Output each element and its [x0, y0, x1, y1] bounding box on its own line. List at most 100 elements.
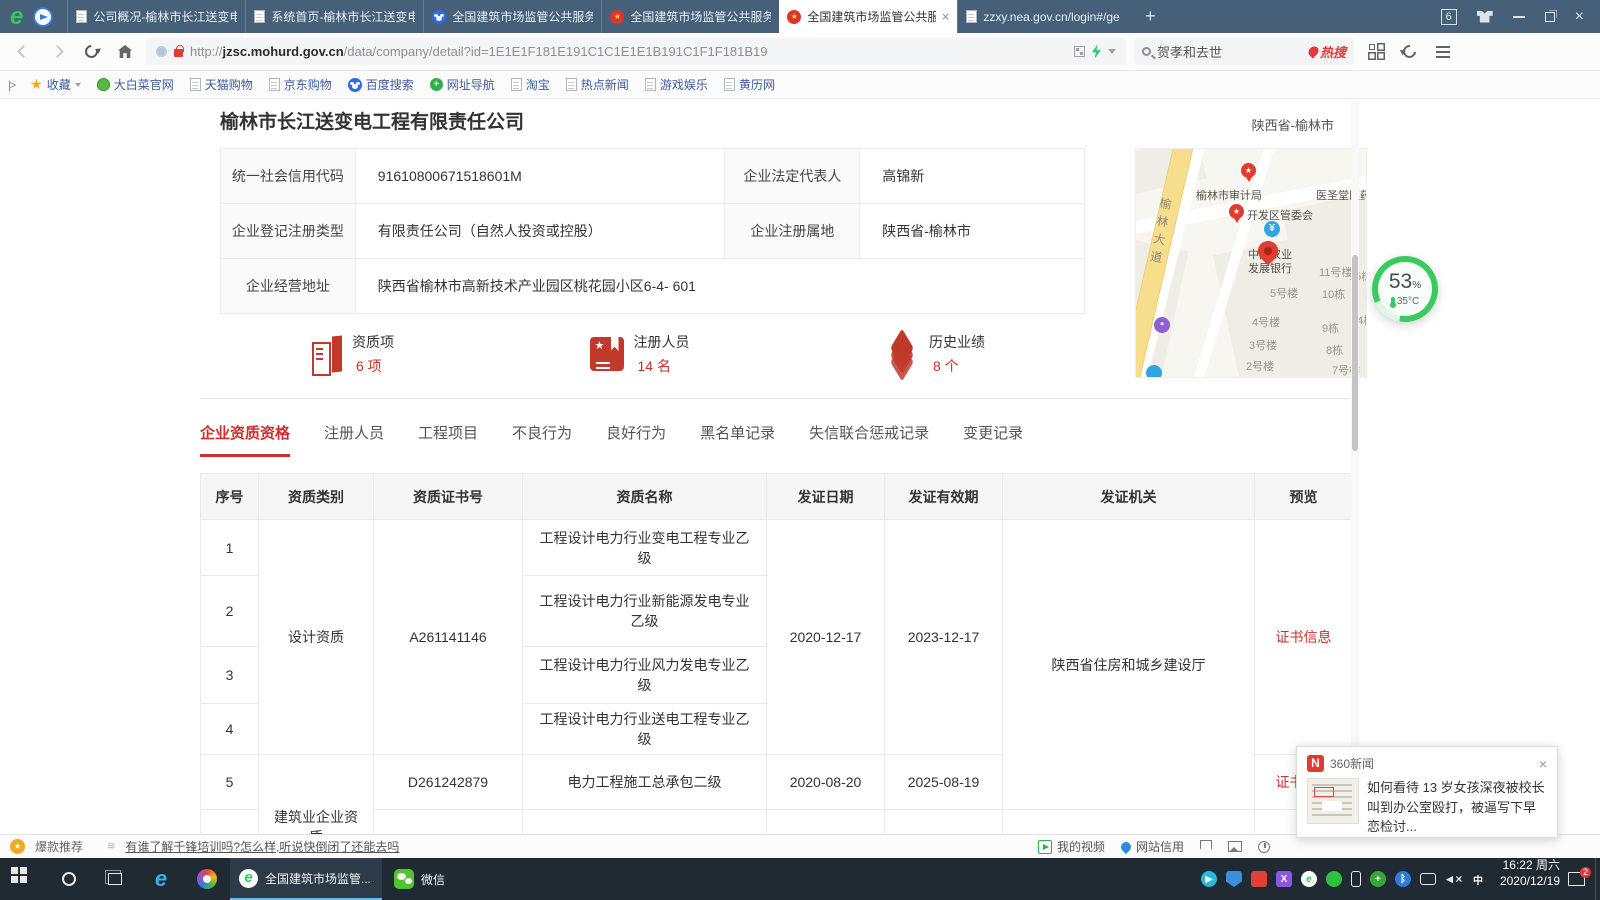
- tab-changes[interactable]: 变更记录: [963, 415, 1023, 457]
- map-building-label: 3号楼: [1249, 337, 1277, 353]
- map-star-pin[interactable]: ★: [1241, 163, 1256, 178]
- news-thumbnail[interactable]: [1307, 778, 1359, 824]
- page-scrollbar-track[interactable]: [1351, 99, 1359, 834]
- skin-icon[interactable]: [1477, 11, 1493, 23]
- search-input[interactable]: 贺孝和去世: [1157, 42, 1303, 61]
- tab-jzsc-active[interactable]: ★ 全国建筑市场监管公共服务 ×: [779, 0, 957, 33]
- security-shield-tray-icon[interactable]: [1226, 871, 1242, 887]
- minimize-button[interactable]: [1513, 16, 1525, 18]
- tab-system-home[interactable]: 系统首页-榆林市长江送变电: [245, 0, 423, 33]
- tab-registered-staff[interactable]: 注册人员: [324, 415, 384, 457]
- bookmark-dabaicai[interactable]: 大白菜官网: [97, 76, 174, 93]
- ime-indicator[interactable]: 中: [1470, 871, 1486, 887]
- address-bar[interactable]: http://jzsc.mohurd.gov.cn/data/company/d…: [146, 38, 1126, 65]
- bookmark-jd[interactable]: 京东购物: [269, 76, 332, 93]
- tab-dishonesty[interactable]: 失信联合惩戒记录: [809, 415, 929, 457]
- stat-registered-staff[interactable]: 注册人员14 名: [590, 326, 690, 382]
- shield-icon[interactable]: [1200, 840, 1212, 854]
- my-video-button[interactable]: 我的视频: [1038, 838, 1105, 855]
- favorites-menu[interactable]: ★收藏: [30, 76, 81, 93]
- media-player-tray-icon[interactable]: ▶: [1201, 871, 1217, 887]
- recently-closed-button[interactable]: [1396, 39, 1422, 65]
- apps-grid-button[interactable]: [1362, 39, 1388, 65]
- display-tray-icon[interactable]: [1420, 873, 1436, 885]
- tab-projects[interactable]: 工程项目: [418, 415, 478, 457]
- show-desktop-button[interactable]: [1595, 858, 1600, 900]
- close-window-button[interactable]: ×: [1575, 9, 1584, 25]
- home-button[interactable]: [112, 39, 138, 65]
- start-button[interactable]: [0, 858, 46, 900]
- browser-speed-ball[interactable]: 53% 35°C: [1372, 256, 1438, 322]
- bookmark-baidu[interactable]: 百度搜索: [348, 76, 414, 93]
- phone-tray-icon[interactable]: [1351, 871, 1361, 887]
- bookmark-huangli[interactable]: 黄历网: [724, 76, 775, 93]
- news-popup[interactable]: N 360新闻 × 如何看待 13 岁女孩深夜被校长叫到办公室殴打，被逼写下早恋…: [1296, 746, 1558, 838]
- hot-search-button[interactable]: 热搜: [1309, 42, 1346, 61]
- health-plus-tray-icon[interactable]: +: [1370, 871, 1386, 887]
- search-button[interactable]: [46, 858, 92, 900]
- stat-history-projects[interactable]: 历史业绩8 个: [885, 326, 985, 382]
- qr-code-icon[interactable]: [1074, 46, 1085, 57]
- bookmark-news[interactable]: 热点新闻: [566, 76, 629, 93]
- tab-good-behavior[interactable]: 良好行为: [606, 415, 666, 457]
- hot-recommend-label[interactable]: 爆款推荐: [35, 838, 83, 855]
- search-box[interactable]: 贺孝和去世 热搜: [1134, 38, 1354, 65]
- sidebar-expander-icon[interactable]: |>: [8, 78, 14, 92]
- collapse-icon[interactable]: ≋: [107, 841, 115, 852]
- bookmark-taobao[interactable]: 淘宝: [511, 76, 550, 93]
- action-center-icon[interactable]: 2: [1568, 872, 1585, 886]
- news-headline[interactable]: 如何看待 13 岁女孩深夜被校长叫到办公室殴打，被逼写下早恋检讨...: [1367, 778, 1547, 837]
- tab-blacklist[interactable]: 黑名单记录: [700, 415, 775, 457]
- map-shop-pin[interactable]: ▪: [1154, 317, 1170, 333]
- tab-bad-behavior[interactable]: 不良行为: [512, 415, 572, 457]
- task-view-button[interactable]: [92, 858, 138, 900]
- screenshot-icon[interactable]: [1228, 841, 1242, 852]
- tab-jzsc-1[interactable]: 全国建筑市场监管公共服务: [423, 0, 601, 33]
- tab-nea-login[interactable]: zzxy.nea.gov.cn/login#/ge: [957, 0, 1135, 33]
- forward-button[interactable]: [44, 39, 70, 65]
- taskbar-clock[interactable]: 16:22 周六 2020/12/19: [1492, 858, 1568, 900]
- stat-qualifications[interactable]: 资质项6 项: [312, 326, 394, 382]
- play-icon: [1038, 840, 1052, 854]
- green-e-tray-icon[interactable]: e: [1301, 871, 1317, 887]
- maximize-button[interactable]: [1545, 12, 1555, 22]
- new-tab-button[interactable]: +: [1135, 0, 1165, 33]
- map-bank-pin[interactable]: ¥: [1264, 221, 1280, 237]
- popup-close-icon[interactable]: ×: [1539, 756, 1547, 772]
- tab-count-badge[interactable]: 6: [1441, 9, 1457, 25]
- browser-360-button[interactable]: [184, 858, 230, 900]
- tab-company-overview[interactable]: 公司概况-榆林市长江送变电: [67, 0, 245, 33]
- active-task-jzsc[interactable]: e 全国建筑市场监管...: [230, 858, 382, 900]
- recommended-link[interactable]: 有谁了解千锋培训吗?怎么样,听说快倒闭了还能去吗: [125, 838, 399, 855]
- chevron-down-icon[interactable]: [1108, 49, 1116, 54]
- page-scrollbar-thumb[interactable]: [1352, 255, 1358, 451]
- back-button[interactable]: [10, 39, 36, 65]
- bluetooth-tray-icon[interactable]: ᛒ: [1395, 871, 1411, 887]
- tab-qualifications[interactable]: 企业资质资格: [200, 415, 290, 457]
- bookmark-label: 游戏娱乐: [660, 76, 708, 93]
- wechat-task-button[interactable]: 微信: [382, 858, 457, 900]
- cell-issue-date: 2020-08-20: [767, 755, 885, 810]
- green-circle-tray-icon[interactable]: [1326, 871, 1342, 887]
- speed-mode-icon[interactable]: [1092, 45, 1101, 59]
- map-star-pin[interactable]: ★: [1229, 204, 1244, 219]
- site-info-icon[interactable]: [156, 46, 167, 57]
- internet-explorer-icon: e: [155, 866, 167, 892]
- site-credit-button[interactable]: 网站信用: [1121, 838, 1184, 855]
- volume-muted-tray-icon[interactable]: ◄×: [1445, 871, 1461, 887]
- tab-jzsc-2[interactable]: ★ 全国建筑市场监管公共服务: [601, 0, 779, 33]
- speed-test-icon[interactable]: [1258, 841, 1270, 853]
- location-map[interactable]: 榆林大道 ★ 榆林市审计局 医圣堂医药 ★ 开发区管委会 ¥ 中国农业 发展银行…: [1135, 148, 1367, 378]
- certificate-info-link[interactable]: 证书信息: [1276, 629, 1332, 645]
- purple-x-tray-icon[interactable]: X: [1276, 871, 1292, 887]
- map-pin[interactable]: [1146, 365, 1162, 378]
- bookmark-tmall[interactable]: 天猫购物: [190, 76, 253, 93]
- bookmark-games[interactable]: 游戏娱乐: [645, 76, 708, 93]
- tab-close-icon[interactable]: ×: [942, 9, 950, 24]
- ie-browser-button[interactable]: e: [138, 858, 184, 900]
- url-text[interactable]: http://jzsc.mohurd.gov.cn/data/company/d…: [190, 44, 1067, 59]
- menu-button[interactable]: [1430, 39, 1456, 65]
- refresh-button[interactable]: [78, 39, 104, 65]
- red-app-tray-icon[interactable]: [1251, 871, 1267, 887]
- bookmark-nav[interactable]: +网址导航: [430, 76, 495, 93]
